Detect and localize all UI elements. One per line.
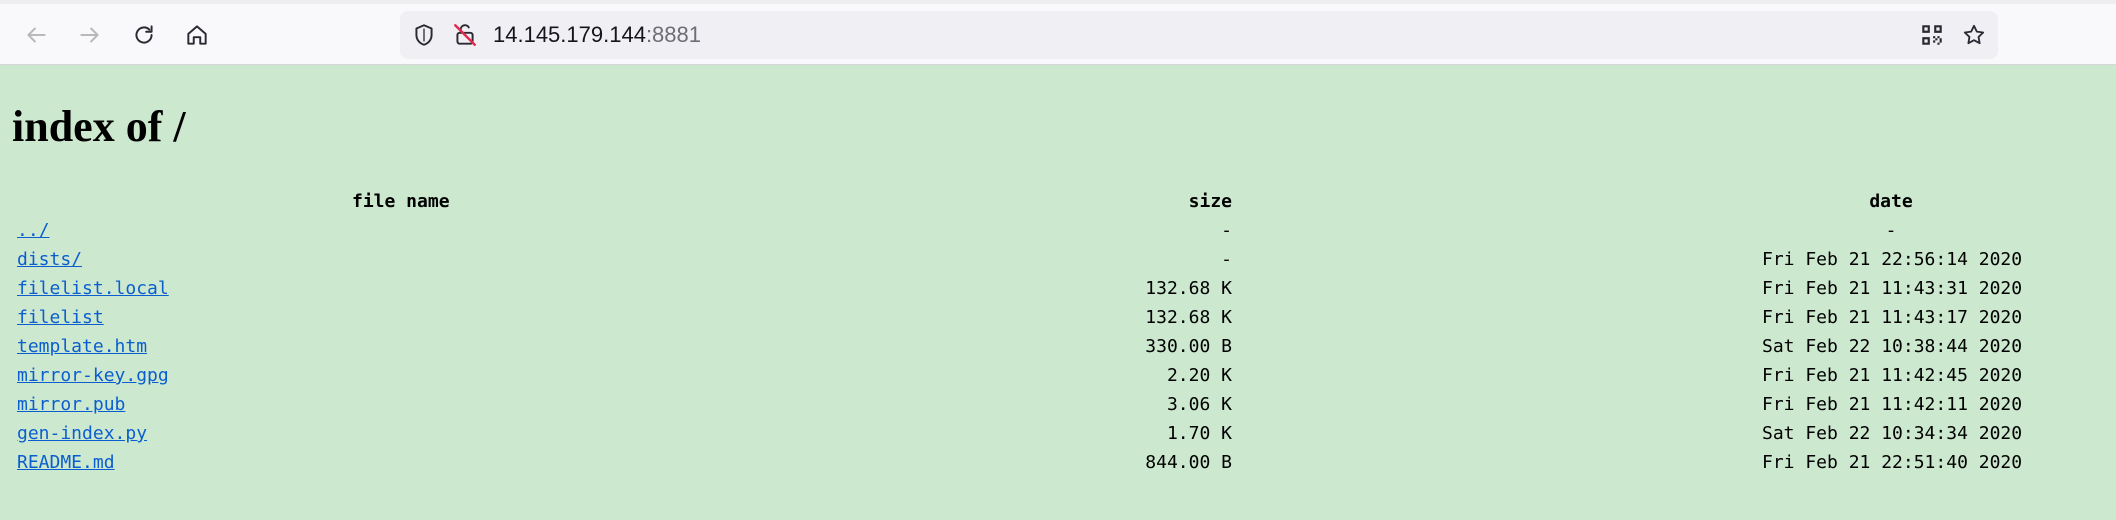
table-row-size-cell: - [1221,220,1232,241]
table-row-name-cell: filelist [17,306,104,330]
reload-icon [135,25,153,44]
bookmark-button[interactable] [1960,21,1988,49]
table-row-size-cell: 3.06 K [1166,394,1232,415]
url-port: :8881 [645,22,701,47]
table-row-date-cell: Fri Feb 21 11:43:17 2020 [1762,307,2023,328]
table-row-date-cell: Fri Feb 21 22:56:14 2020 [1762,249,2023,270]
table-row-name-cell: ../ [17,219,50,243]
connection-security-button[interactable] [451,21,479,49]
file-link[interactable]: template.htm [17,336,147,357]
url-host: 14.145.179.144 [493,22,646,47]
file-link[interactable]: mirror-key.gpg [17,365,169,386]
table-row-name-cell: template.htm [17,335,147,359]
url-text[interactable]: 14.145.179.144:8881 [493,22,701,48]
table-row-size-cell: 2.20 K [1166,365,1232,386]
file-link[interactable]: mirror.pub [17,394,125,415]
tracking-protection-button[interactable] [410,21,438,49]
table-row-date-cell: Fri Feb 21 22:51:40 2020 [1762,452,2023,473]
file-link[interactable]: gen-index.py [17,423,147,444]
file-link[interactable]: ../ [17,220,50,241]
qr-code-button[interactable] [1918,21,1946,49]
file-link[interactable]: filelist [17,307,104,328]
table-row-date-cell: - [1885,220,1897,241]
table-row-date-cell: Fri Feb 21 11:42:45 2020 [1762,365,2023,386]
column-header-file-name: file name [352,191,450,212]
reload-button[interactable] [124,15,164,55]
insecure-lock-icon [454,24,476,46]
table-row-size-cell: 844.00 B [1145,452,1232,473]
table-row-date-cell: Sat Feb 22 10:34:34 2020 [1762,423,2023,444]
column-header-size: size [1188,191,1232,212]
shield-icon [415,24,433,46]
table-row-size-cell: 1.70 K [1166,423,1232,444]
star-icon [1963,24,1985,45]
table-row-size-cell: 132.68 K [1145,278,1232,299]
arrow-left-icon [27,27,46,43]
home-button[interactable] [177,15,217,55]
table-row-name-cell: mirror-key.gpg [17,364,169,388]
arrow-right-icon [80,27,99,43]
table-row-date-cell: Fri Feb 21 11:43:31 2020 [1762,278,2023,299]
back-button[interactable] [16,15,56,55]
page-content: index of / file name size date ../ - - dist… [0,65,2116,520]
qr-code-icon [1922,25,1942,45]
browser-toolbar: 14.145.179.144:8881 [0,0,2116,65]
table-row-name-cell: dists/ [17,248,82,272]
file-link[interactable]: filelist.local [17,278,169,299]
table-row-date-cell: Fri Feb 21 11:42:11 2020 [1762,394,2023,415]
table-row-date-cell: Sat Feb 22 10:38:44 2020 [1762,336,2023,357]
table-row-name-cell: mirror.pub [17,393,125,417]
page-title: index of / [12,102,186,151]
table-row-size-cell: 132.68 K [1145,307,1232,328]
file-link[interactable]: dists/ [17,249,82,270]
table-row-name-cell: README.md [17,451,115,475]
table-row-name-cell: filelist.local [17,277,169,301]
forward-button[interactable] [70,15,110,55]
column-header-date: date [1869,191,1913,212]
url-bar[interactable]: 14.145.179.144:8881 [400,11,1998,59]
table-row-size-cell: 330.00 B [1145,336,1232,357]
table-row-name-cell: gen-index.py [17,422,147,446]
table-row-size-cell: - [1221,249,1232,270]
tab-strip-edge [0,0,2116,4]
home-icon [187,25,207,45]
file-link[interactable]: README.md [17,452,115,473]
